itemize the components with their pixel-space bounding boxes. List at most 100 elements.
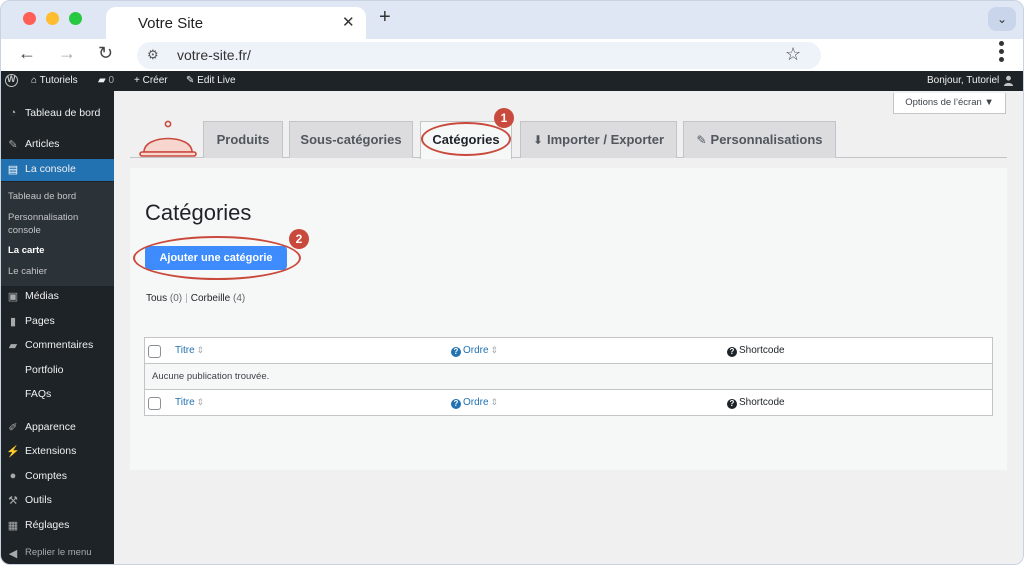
appearance-icon: ✐ <box>8 422 18 434</box>
minimize-window-button[interactable] <box>46 12 59 25</box>
submenu-item-notebook[interactable]: Le cahier <box>8 265 108 278</box>
tab-import-export[interactable]: ⬇ Importer / Exporter <box>520 121 677 158</box>
tab-subcategories[interactable]: Sous-catégories <box>289 121 413 158</box>
sidebar-item-label: Apparence <box>25 421 76 433</box>
site-settings-icon[interactable]: ⚙ <box>147 47 159 63</box>
close-tab-icon[interactable]: ✕ <box>342 13 355 31</box>
adminbar-edit-live[interactable]: ✎ Edit Live <box>186 75 236 86</box>
back-button[interactable]: ← <box>18 43 36 64</box>
table-empty-row: Aucune publication trouvée. <box>145 364 992 390</box>
collapse-arrow-icon: ◀ <box>8 548 18 560</box>
tab-label: Catégories <box>432 132 500 147</box>
sort-icon: ⇕ <box>196 345 205 355</box>
adminbar-edit-live-label: Edit Live <box>197 75 236 86</box>
browser-menu-icon[interactable] <box>996 41 1006 65</box>
sidebar-item-articles[interactable]: ✎ Articles <box>1 134 114 156</box>
tab-label: Importer / Exporter <box>547 132 665 147</box>
select-all-checkbox-footer[interactable] <box>148 397 161 410</box>
new-tab-button[interactable]: + <box>379 6 391 29</box>
user-avatar-icon[interactable] <box>1003 75 1014 86</box>
browser-tab[interactable]: Votre Site ✕ <box>106 7 366 39</box>
tab-customizations[interactable]: ✎ Personnalisations <box>683 121 836 158</box>
tab-label: Personnalisations <box>710 132 823 147</box>
pages-icon: ▮ <box>9 316 17 328</box>
submenu-item-customization[interactable]: Personnalisation console <box>8 211 108 237</box>
adminbar-site-name: Tutoriels <box>39 75 78 86</box>
column-shortcode-label: Shortcode <box>739 397 785 408</box>
adminbar-site-link[interactable]: ⌂ Tutoriels <box>31 75 78 86</box>
sidebar-item-label: FAQs <box>25 388 52 400</box>
home-icon: ⌂ <box>31 75 38 86</box>
table-header-row: Titre ⇕ ? Ordre ⇕ ? Shortcode <box>145 338 992 364</box>
cloche-logo-icon <box>139 120 197 157</box>
bookmark-star-icon[interactable]: ☆ <box>785 44 801 65</box>
settings-icon: ▦ <box>7 520 19 532</box>
column-order-header[interactable]: ? Ordre ⇕ <box>451 345 498 357</box>
submenu-item-dashboard[interactable]: Tableau de bord <box>8 190 108 203</box>
maximize-window-button[interactable] <box>69 12 82 25</box>
adminbar-greeting[interactable]: Bonjour, Tutoriel <box>927 75 999 86</box>
sidebar-item-label: Réglages <box>25 519 70 531</box>
sidebar-item-portfolio[interactable]: Portfolio <box>1 360 114 382</box>
screen-options-button[interactable]: Options de l’écran ▼ <box>893 93 1006 114</box>
help-icon[interactable]: ? <box>727 347 737 357</box>
reload-button[interactable]: ↻ <box>98 43 113 64</box>
url-text[interactable]: votre-site.fr/ <box>177 47 251 63</box>
sidebar-item-console[interactable]: ▤ La console <box>1 159 114 181</box>
sidebar-item-label: Médias <box>25 290 59 302</box>
tab-search-button[interactable]: ⌄ <box>988 7 1016 31</box>
sidebar-item-extensions[interactable]: ⚡ Extensions <box>1 441 114 463</box>
filter-trash[interactable]: Corbeille (4) <box>191 293 245 304</box>
tab-products[interactable]: Produits <box>203 121 283 158</box>
add-category-button[interactable]: Ajouter une catégorie <box>145 246 287 270</box>
column-shortcode-label: Shortcode <box>739 345 785 356</box>
filter-all[interactable]: Tous (0) <box>146 293 182 304</box>
column-shortcode-header: ? Shortcode <box>727 345 785 357</box>
sidebar-item-accounts[interactable]: ● Comptes <box>1 466 114 488</box>
close-window-button[interactable] <box>23 12 36 25</box>
sidebar-item-label: Outils <box>25 494 52 506</box>
column-title-footer[interactable]: Titre ⇕ <box>175 397 204 408</box>
tab-label: Sous-catégories <box>300 132 402 147</box>
adminbar-comments[interactable]: ▰ 0 <box>98 75 114 86</box>
filter-trash-count: (4) <box>233 293 246 304</box>
status-filters: Tous (0) | Corbeille (4) <box>146 293 245 304</box>
help-icon[interactable]: ? <box>451 347 461 357</box>
table-footer-row: Titre ⇕ ? Ordre ⇕ ? Shortcode <box>145 390 992 416</box>
sidebar-item-settings[interactable]: ▦ Réglages <box>1 515 114 537</box>
help-icon[interactable]: ? <box>727 399 737 409</box>
sidebar-item-dashboard[interactable]: ◔ Tableau de bord <box>1 103 114 125</box>
sidebar-item-tools[interactable]: ⚒ Outils <box>1 490 114 512</box>
help-icon[interactable]: ? <box>451 399 461 409</box>
browser-nav-bar: ← → ↻ ⚙ votre-site.fr/ ☆ <box>1 39 1023 71</box>
sidebar-item-comments[interactable]: ▰ Commentaires <box>1 335 114 357</box>
select-all-checkbox[interactable] <box>148 345 161 358</box>
sidebar-item-pages[interactable]: ▮ Pages <box>1 311 114 333</box>
annotation-badge-2: 2 <box>289 229 309 249</box>
adminbar-create[interactable]: + Créer <box>134 75 168 86</box>
sidebar-item-label: Extensions <box>25 445 77 457</box>
sidebar-item-label: Commentaires <box>25 339 94 351</box>
submenu-item-menu[interactable]: La carte <box>8 244 108 257</box>
sidebar-item-appearance[interactable]: ✐ Apparence <box>1 417 114 439</box>
filter-all-count: (0) <box>169 293 183 304</box>
wordpress-logo-icon[interactable] <box>5 74 18 87</box>
sidebar-item-faqs[interactable]: FAQs <box>1 384 114 406</box>
admin-sidebar: ◔ Tableau de bord ✎ Articles ▤ La consol… <box>1 91 114 564</box>
collapse-menu-button[interactable]: ◀ Replier le menu <box>1 543 114 563</box>
column-title-header[interactable]: Titre ⇕ <box>175 345 204 356</box>
page-title: Catégories <box>145 200 252 225</box>
forward-button[interactable]: → <box>58 43 76 64</box>
adminbar-comments-count: 0 <box>108 75 115 86</box>
sidebar-item-media[interactable]: ▣ Médias <box>1 286 114 308</box>
pin-icon: ✎ <box>8 139 18 151</box>
filter-separator: | <box>185 293 188 304</box>
address-bar[interactable]: ⚙ votre-site.fr/ ☆ <box>137 42 821 69</box>
column-order-footer[interactable]: ? Ordre ⇕ <box>451 397 498 409</box>
sort-icon: ⇕ <box>490 345 499 355</box>
browser-tab-bar: Votre Site ✕ + ⌄ <box>1 1 1023 39</box>
plus-icon: + <box>134 75 140 86</box>
column-title-label: Titre <box>175 397 195 408</box>
browser-window: Votre Site ✕ + ⌄ ← → ↻ ⚙ votre-site.fr/ … <box>0 0 1024 565</box>
tab-label: Produits <box>216 132 270 147</box>
